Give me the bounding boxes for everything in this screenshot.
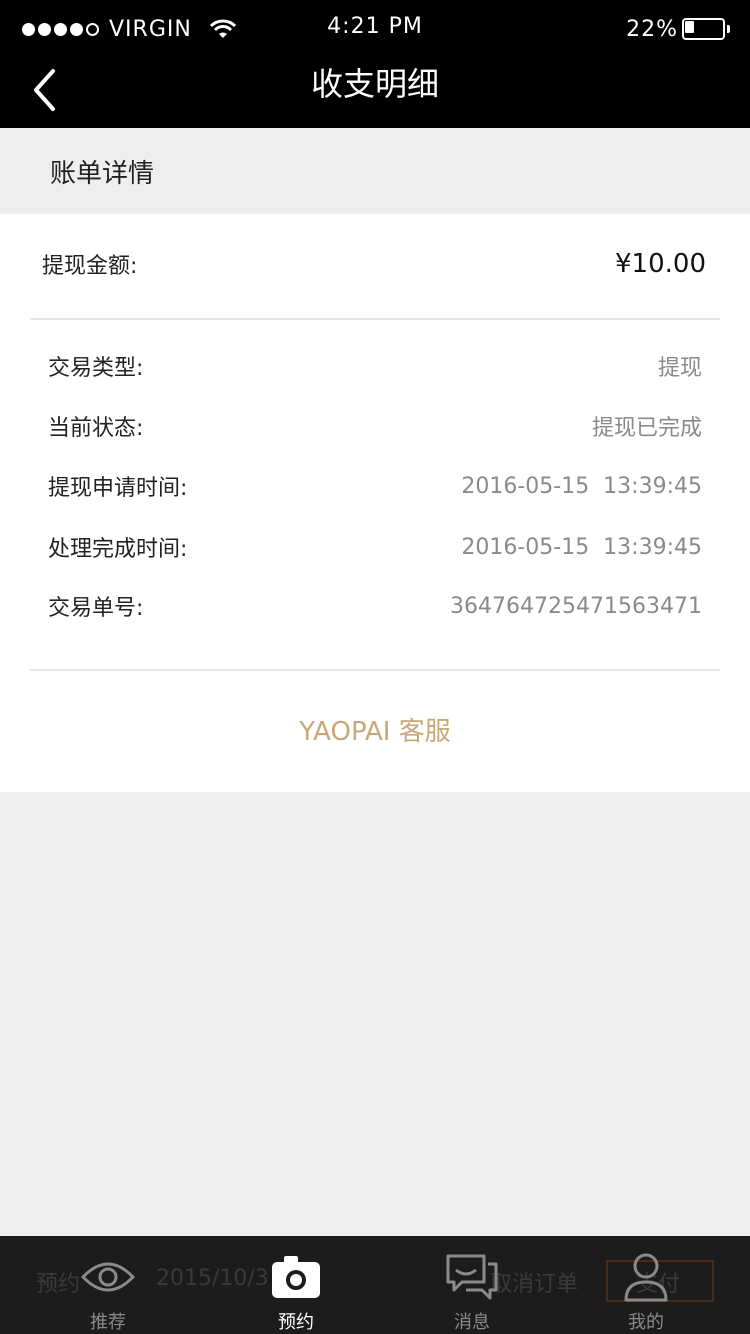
detail-row-complete-time: 处理完成时间: 2016-05-15 13:39:45: [48, 527, 702, 567]
customer-service-link[interactable]: YAOPAI 客服: [0, 710, 750, 754]
detail-value: 提现已完成: [591, 416, 702, 441]
detail-row-order-number: 交易单号: 364764725471563471: [48, 586, 702, 626]
detail-row-transaction-type: 交易类型: 提现: [48, 346, 702, 386]
detail-label: 交易单号:: [48, 596, 144, 621]
person-icon: [624, 1253, 668, 1302]
top-bar: VIRGIN 4:21 PM 22% 收支明细: [0, 0, 750, 128]
eye-icon: [80, 1262, 136, 1292]
detail-value: 364764725471563471: [450, 593, 702, 619]
section-header: 账单详情: [0, 128, 750, 214]
detail-value: 2016-05-15 13:39:45: [461, 534, 702, 560]
detail-value: 2016-05-15 13:39:45: [461, 473, 702, 499]
camera-icon: [272, 1256, 320, 1298]
tab-label: 我的: [628, 1312, 664, 1333]
tab-booking[interactable]: 预约: [221, 1236, 371, 1334]
detail-row-status: 当前状态: 提现已完成: [48, 406, 702, 446]
divider: [30, 669, 720, 671]
detail-row-apply-time: 提现申请时间: 2016-05-15 13:39:45: [48, 466, 702, 506]
section-title: 账单详情: [50, 158, 155, 189]
tab-bar: 预约 2015/10/3 取消订单 支付 推荐 预约 消息 我的: [0, 1236, 750, 1334]
divider: [30, 318, 720, 320]
tab-label: 消息: [454, 1312, 490, 1333]
chat-bubbles-icon: [446, 1254, 498, 1300]
detail-label: 提现申请时间:: [48, 476, 188, 501]
amount-value: ¥10.00: [615, 249, 706, 279]
detail-label: 当前状态:: [48, 416, 144, 441]
tab-mine[interactable]: 我的: [571, 1236, 721, 1334]
battery-icon: [682, 18, 730, 40]
tab-messages[interactable]: 消息: [397, 1236, 547, 1334]
tab-label: 推荐: [90, 1312, 126, 1333]
status-bar-right: 22%: [626, 14, 730, 44]
bill-detail-card: 提现金额: ¥10.00 交易类型: 提现 当前状态: 提现已完成 提现申请时间…: [0, 214, 750, 792]
battery-percent: 22%: [626, 16, 678, 42]
detail-value: 提现: [657, 356, 702, 381]
detail-label: 交易类型:: [48, 356, 144, 381]
amount-label: 提现金额:: [42, 254, 138, 279]
tab-label: 预约: [278, 1312, 314, 1333]
amount-row: 提现金额: ¥10.00: [42, 244, 706, 284]
page-title: 收支明细: [310, 65, 439, 103]
tab-recommend[interactable]: 推荐: [33, 1236, 183, 1334]
detail-label: 处理完成时间:: [48, 537, 188, 562]
